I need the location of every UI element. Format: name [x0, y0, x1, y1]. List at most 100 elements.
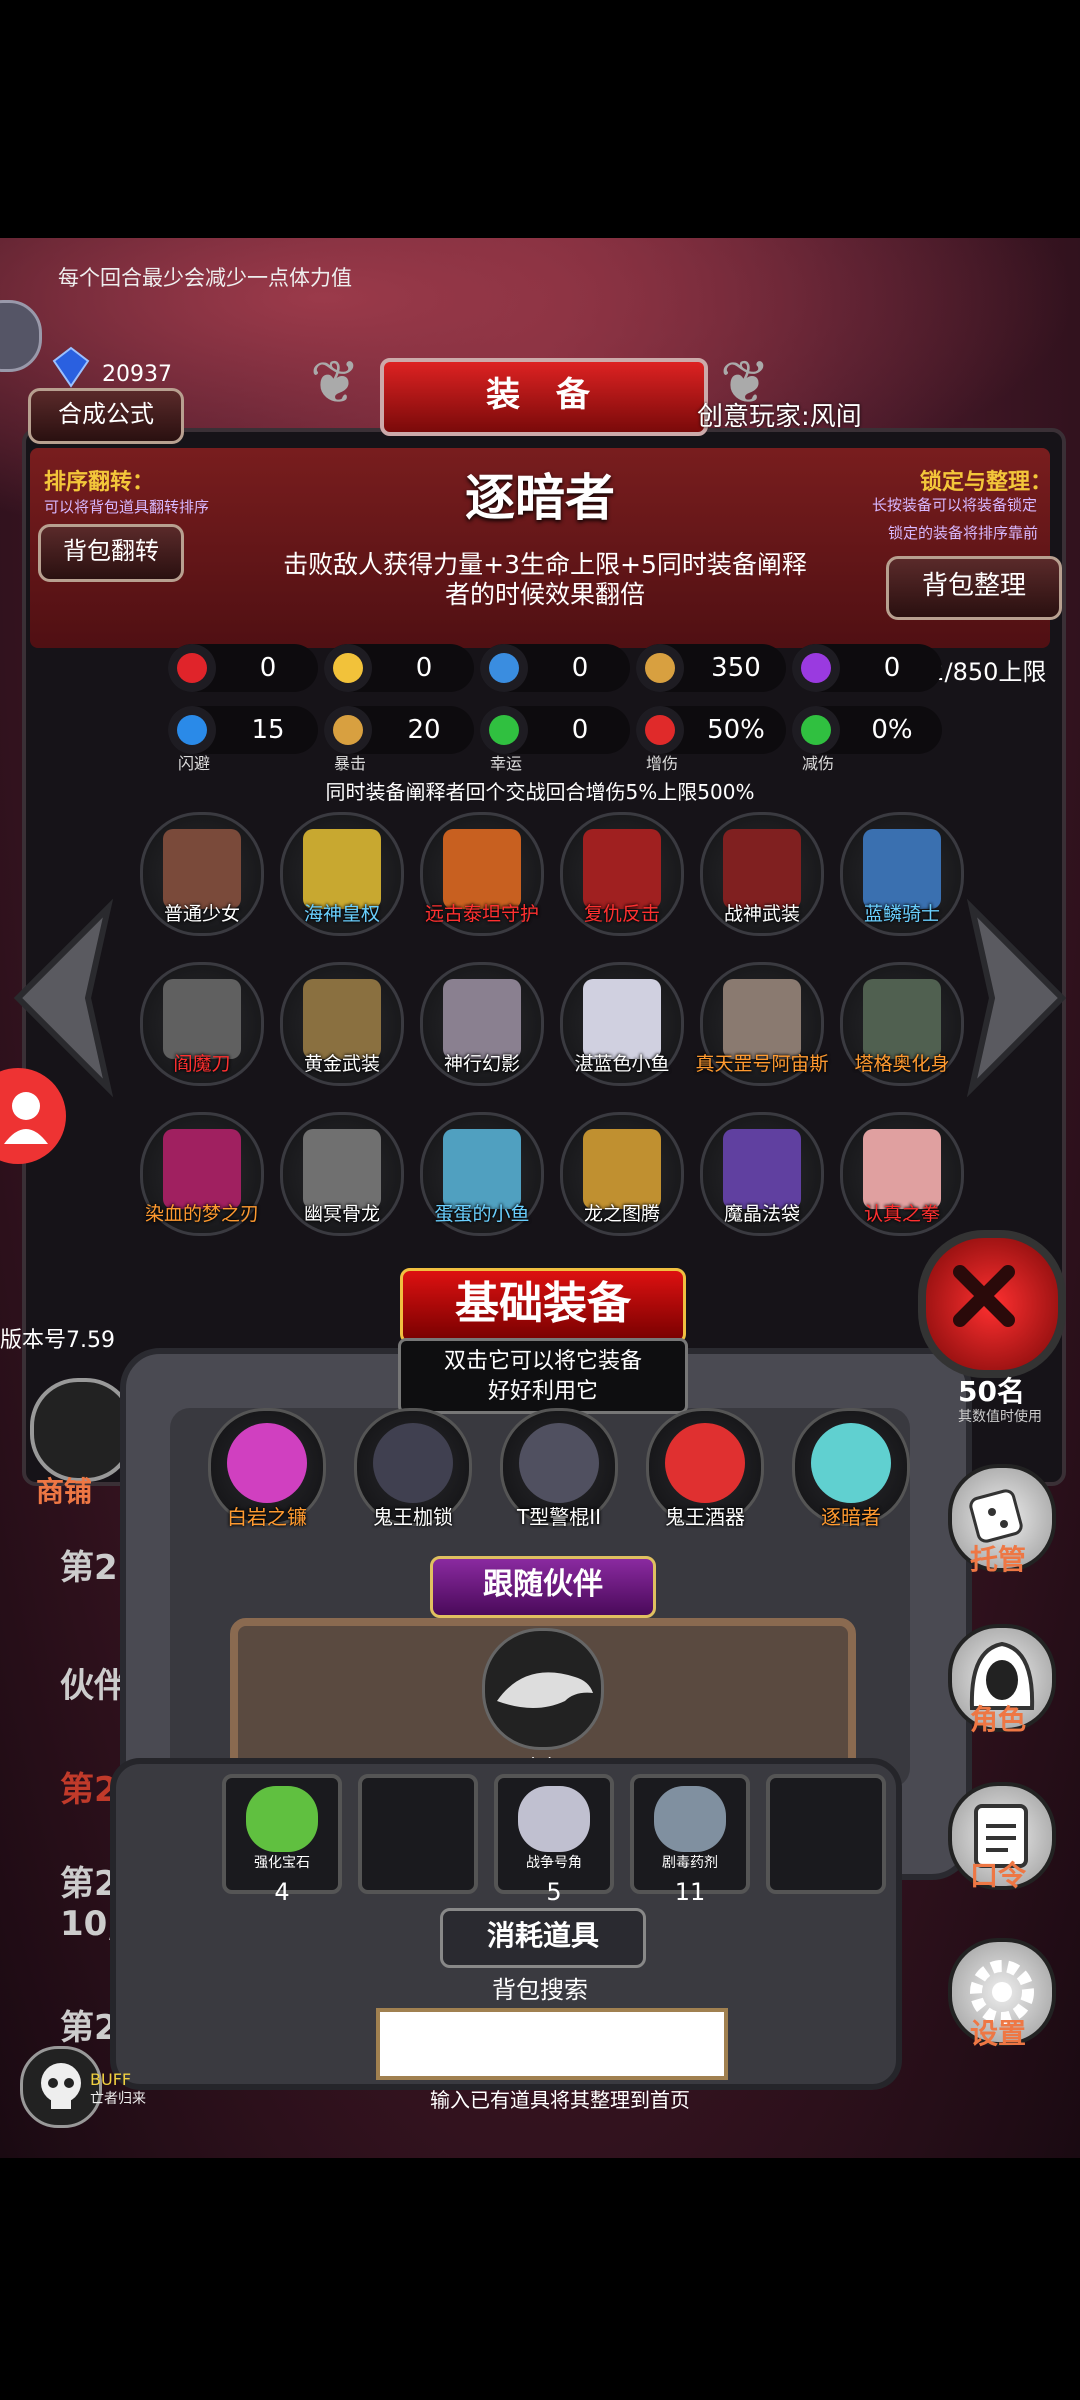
equipment-art: [583, 829, 661, 909]
consumable-slot[interactable]: 剧毒药剂 11: [630, 1774, 750, 1906]
close-button[interactable]: [918, 1230, 1066, 1378]
equipment-slot[interactable]: 蛋蛋的小鱼: [420, 1112, 544, 1236]
consumable-slot[interactable]: 战争号角 5: [494, 1774, 614, 1906]
bag-search-input[interactable]: [376, 2008, 728, 2080]
stat-lightning: 0: [792, 644, 942, 692]
companion-slot[interactable]: 大灰: [482, 1628, 604, 1779]
equipment-art: [163, 1129, 241, 1209]
equipment-name: 龙之图腾: [583, 1203, 660, 1225]
base-tip-line2: 好好利用它: [487, 1379, 598, 1404]
bag-flip-button[interactable]: 背包翻转: [38, 524, 184, 582]
base-equipment-slot[interactable]: 白岩之镰: [208, 1408, 326, 1529]
stat-strength: 0: [324, 644, 474, 692]
stat-label: 增伤: [646, 754, 679, 773]
selected-item-name: 逐暗者: [465, 469, 615, 527]
empty-slot[interactable]: [766, 1774, 886, 1894]
equipment-slot[interactable]: 复仇反击: [560, 812, 684, 936]
equipment-name: 塔格奥化身: [854, 1053, 950, 1075]
panel-title: 装 备: [380, 358, 708, 436]
equipment-name: 普通少女: [163, 903, 240, 925]
selected-item-desc-line1: 击败敌人获得力量+3生命上限+5同时装备阐释: [283, 550, 807, 579]
equipment-slot[interactable]: 湛蓝色小鱼: [560, 962, 684, 1086]
equipment-slot[interactable]: 龙之图腾: [560, 1112, 684, 1236]
equipment-name: 幽冥骨龙: [303, 1203, 380, 1225]
equipment-art: [583, 1129, 661, 1209]
stat-label: 闪避: [178, 754, 211, 773]
base-equipment-slot[interactable]: 鬼王酒器: [646, 1408, 764, 1529]
stat-value: 0: [259, 653, 277, 683]
synthesis-formula-button[interactable]: 合成公式: [28, 388, 184, 444]
equipment-slot[interactable]: 远古泰坦守护: [420, 812, 544, 936]
stat-label: 暴击: [334, 754, 367, 773]
gem-icon: [52, 346, 90, 388]
left-wing-icon: ❦: [309, 348, 361, 418]
equipment-slot[interactable]: 认真之拳: [840, 1112, 964, 1236]
base-equipment-slot[interactable]: 逐暗者: [792, 1408, 910, 1529]
code-label: 口令: [969, 1859, 1026, 1892]
equipment-slot[interactable]: 普通少女: [140, 812, 264, 936]
stat-value: 50%: [707, 715, 765, 745]
equipment-slot[interactable]: 真天罡号阿宙斯: [695, 962, 829, 1086]
equipment-slot[interactable]: 神行幻影: [420, 962, 544, 1086]
consumable-slot[interactable]: 强化宝石 4: [222, 1774, 342, 1906]
sort-flip-title: 排序翻转：: [44, 470, 155, 495]
stat-clover: 0 幸运: [480, 706, 630, 773]
equipment-name: 认真之拳: [863, 1203, 940, 1225]
equipment-name: 魔晶法袋: [723, 1203, 800, 1225]
selected-item-desc: 击败敌人获得力量+3生命上限+5同时装备阐释 者的时候效果翻倍: [250, 550, 840, 610]
equipment-name: 神行幻影: [443, 1053, 520, 1075]
consumable-art: [246, 1786, 318, 1852]
stat-label: 幸运: [490, 754, 523, 773]
stat-value: 20: [407, 715, 441, 745]
base-equipment-slot[interactable]: T型警棍II: [500, 1408, 618, 1529]
base-equipment-art: [519, 1423, 599, 1503]
consumables-title: 消耗道具: [440, 1908, 646, 1968]
bag-sort-button[interactable]: 背包整理: [886, 556, 1062, 620]
combo-effect-text: 同时装备阐释者回个交战回合增伤5%上限500%: [325, 780, 755, 804]
equipment-slot[interactable]: 魔晶法袋: [700, 1112, 824, 1236]
equipment-art: [163, 979, 241, 1059]
equipment-slot[interactable]: 幽冥骨龙: [280, 1112, 404, 1236]
consumable-name: 战争号角: [526, 1855, 582, 1871]
equipment-art: [863, 1129, 941, 1209]
bag-search-hint: 输入已有道具将其整理到首页: [430, 2088, 690, 2112]
equipment-slot[interactable]: 蓝鳞骑士: [840, 812, 964, 936]
equipment-slot[interactable]: 海神皇权: [280, 812, 404, 936]
equipment-art: [863, 829, 941, 909]
stat-crit: 20 暴击: [324, 706, 474, 773]
stat-shield: 0% 减伤: [792, 706, 942, 773]
log-line: 第2: [60, 1548, 118, 1588]
log-line: 伙伴: [60, 1666, 128, 1706]
base-equipment-name: 鬼王枷锁: [373, 1505, 453, 1529]
equipment-name: 阎魔刀: [173, 1053, 231, 1075]
base-equipment-slot[interactable]: 鬼王枷锁: [354, 1408, 472, 1529]
equipment-slot[interactable]: 塔格奥化身: [840, 962, 964, 1086]
role-label: 角色: [969, 1703, 1026, 1736]
equipment-slot[interactable]: 染血的梦之刃: [140, 1112, 264, 1236]
base-equipment-name: 白岩之镰: [227, 1505, 307, 1529]
lock-sort-title: 锁定与整理：: [920, 470, 1053, 495]
lock-sort-desc2: 锁定的装备将排序靠前: [888, 524, 1039, 542]
heart-icon: [168, 644, 216, 692]
equipment-name: 染血的梦之刃: [144, 1203, 259, 1225]
equipment-art: [443, 829, 521, 909]
shop-button[interactable]: [30, 1378, 134, 1482]
user-avatar[interactable]: [0, 1068, 66, 1164]
equipment-name: 蛋蛋的小鱼: [434, 1203, 530, 1225]
base-equipment-art: [227, 1423, 307, 1503]
equipment-slot[interactable]: 阎魔刀: [140, 962, 264, 1086]
stat-value: 0%: [871, 715, 913, 745]
stat-damage-up: 50% 增伤: [636, 706, 786, 773]
base-tip-line1: 双击它可以将它装备: [443, 1349, 642, 1374]
turn-hint: 每个回合最少会减少一点体力值: [58, 266, 352, 290]
next-page-arrow-icon[interactable]: [962, 898, 1072, 1098]
base-equipment-tip: 双击它可以将它装备 好好利用它: [398, 1338, 688, 1414]
equipment-art: [723, 1129, 801, 1209]
empty-slot[interactable]: [358, 1774, 478, 1894]
stat-value: 350: [711, 653, 761, 683]
equipment-slot[interactable]: 黄金武装: [280, 962, 404, 1086]
rank-badge: 50名: [958, 1375, 1025, 1408]
equipment-slot[interactable]: 战神武装: [700, 812, 824, 936]
consumable-name: 剧毒药剂: [662, 1855, 718, 1871]
strength-icon: [324, 644, 372, 692]
